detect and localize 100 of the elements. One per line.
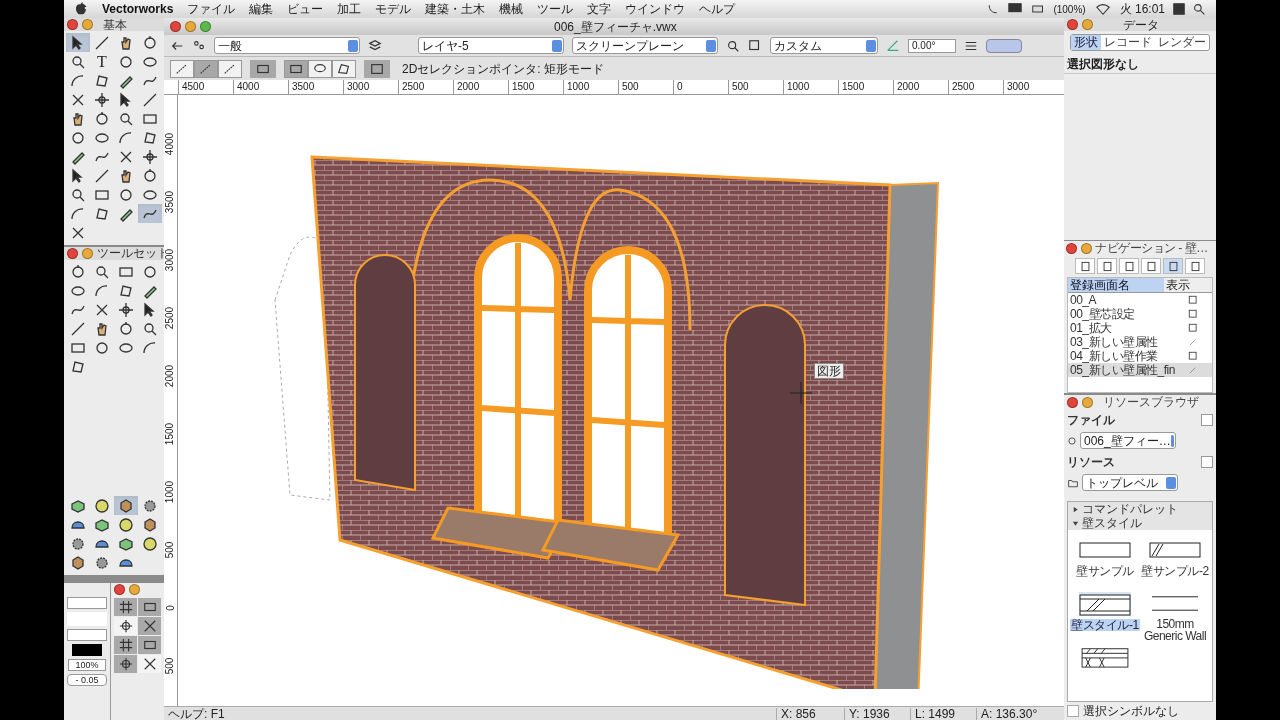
resource-name[interactable]: 壁スタイル-1 <box>1070 619 1140 631</box>
navigation-tab[interactable] <box>1075 258 1095 274</box>
class-dropdown[interactable]: 一般 <box>214 37 360 54</box>
tab[interactable]: 形状 <box>1071 35 1101 50</box>
offset-dropdown[interactable]: - 0.05 <box>67 674 107 687</box>
line-icon <box>94 34 110 51</box>
window-button[interactable] <box>1082 19 1093 30</box>
circle-icon <box>118 186 134 203</box>
menu-item[interactable]: ヘルプ <box>699 0 736 18</box>
menu-item[interactable]: ツール <box>537 0 574 18</box>
snap-button[interactable] <box>114 617 137 636</box>
zoom-field[interactable]: 100% <box>68 659 106 672</box>
apple-icon[interactable] <box>74 2 88 16</box>
disclosure-triangle-icon[interactable] <box>1072 519 1079 527</box>
ruler-label: 500 <box>165 541 176 559</box>
menu-button[interactable] <box>1201 456 1213 468</box>
crosshair-icon <box>94 91 110 108</box>
window-button[interactable] <box>67 19 78 30</box>
phone-icon[interactable] <box>987 3 1000 15</box>
angle-field[interactable]: 0.00° <box>908 38 956 53</box>
snap-button[interactable] <box>114 655 137 674</box>
render-dropdown[interactable] <box>986 38 1022 53</box>
menu-item[interactable]: ファイル <box>187 0 236 18</box>
navigation-tab[interactable] <box>1097 258 1117 274</box>
menu-item[interactable]: 編集 <box>249 0 274 18</box>
tab[interactable]: レコード <box>1101 35 1155 50</box>
tool-button[interactable] <box>66 33 90 52</box>
window-button[interactable] <box>1066 242 1077 254</box>
list-row[interactable]: 04_新しい壁作業 <box>1068 349 1212 363</box>
snap-button[interactable] <box>138 598 161 617</box>
resource-name[interactable]: 150mm Generic Wall <box>1140 618 1210 642</box>
menu-item[interactable]: モデル <box>375 0 412 18</box>
navigation-tab[interactable] <box>1185 258 1205 274</box>
view-dropdown[interactable]: カスタム <box>770 37 878 54</box>
battery-icon[interactable] <box>1031 3 1046 15</box>
folder-dropdown[interactable]: トップレベル <box>1082 474 1178 491</box>
ruler-label: 1000 <box>165 480 176 504</box>
resource-name[interactable]: 壁サンプル <box>1075 565 1135 577</box>
plane-dropdown[interactable]: スクリーンプレーン <box>572 37 718 54</box>
window-button[interactable] <box>1082 396 1093 408</box>
navigation-tab[interactable] <box>1163 258 1183 274</box>
snap-button[interactable] <box>114 636 137 655</box>
mode-button[interactable] <box>250 59 276 78</box>
mode-button[interactable] <box>364 59 390 78</box>
file-dropdown[interactable]: 006_壁フィー… <box>1080 432 1176 449</box>
window-button[interactable] <box>114 583 125 595</box>
window-button[interactable] <box>185 21 196 32</box>
arc-icon <box>70 72 86 89</box>
window-button[interactable] <box>1067 19 1078 30</box>
disclosure-triangle-icon[interactable] <box>1072 505 1079 513</box>
menu-item[interactable]: 加工 <box>337 0 362 18</box>
selection-shape-button[interactable] <box>308 59 332 78</box>
window-button[interactable] <box>82 247 93 259</box>
window-button[interactable] <box>67 247 78 259</box>
layer-dropdown[interactable]: レイヤ-5 <box>418 37 564 54</box>
navigation-tab[interactable] <box>1141 258 1161 274</box>
tool-button[interactable] <box>138 204 162 223</box>
selection-shape-button[interactable] <box>332 59 356 78</box>
snap-button[interactable] <box>138 655 161 674</box>
menu-item[interactable]: ビュー <box>287 0 324 18</box>
resource-name[interactable]: 壁サンプル-2 <box>1140 565 1210 577</box>
snap-button[interactable] <box>138 617 161 636</box>
fill-dropdown[interactable] <box>67 597 107 610</box>
window-button[interactable] <box>82 19 93 30</box>
folder-icon[interactable] <box>1067 477 1079 488</box>
x-coordinate: X: 856 <box>776 707 844 720</box>
menu-clock[interactable]: 火 16:01 <box>1119 0 1165 18</box>
color-swatch[interactable] <box>72 644 102 657</box>
snap-button[interactable] <box>114 598 137 617</box>
menu-item[interactable]: ウインドウ <box>625 0 686 18</box>
page-icon <box>1101 260 1113 272</box>
text-tool[interactable]: T <box>90 52 114 71</box>
window-button[interactable] <box>1081 242 1092 254</box>
list-row[interactable]: 00_A <box>1068 293 1212 307</box>
menu-button[interactable] <box>1201 414 1213 426</box>
menu-item[interactable]: 建築・土木 <box>425 0 486 18</box>
wall-style-thumbnail[interactable] <box>1079 592 1131 616</box>
app-menu[interactable]: Vectorworks <box>102 0 174 18</box>
column-header[interactable]: 表示 <box>1164 278 1212 292</box>
snap-button[interactable] <box>138 636 161 655</box>
tab[interactable]: レンダー <box>1155 35 1209 50</box>
navigation-tab[interactable] <box>1119 258 1139 274</box>
tool-button[interactable] <box>114 496 138 516</box>
window-button[interactable] <box>200 21 211 32</box>
menu-item[interactable]: 文字 <box>587 0 612 18</box>
list-row[interactable]: 00_壁芯設定 <box>1068 307 1212 321</box>
search-icon[interactable] <box>1193 2 1206 16</box>
window-button[interactable] <box>1067 396 1078 408</box>
window-button[interactable] <box>170 21 181 32</box>
list-row[interactable]: 01_拡大 <box>1068 321 1212 335</box>
rotate-icon <box>142 167 158 184</box>
list-row[interactable]: 05_新しい壁属性_fin <box>1068 363 1212 377</box>
wall-style-thumbnail[interactable] <box>1079 646 1131 668</box>
arrow-icon <box>70 167 86 184</box>
window-button[interactable] <box>129 583 140 595</box>
menu-item[interactable]: 機械 <box>499 0 524 18</box>
column-header[interactable]: 登録画面名 <box>1068 278 1164 292</box>
wifi-icon[interactable] <box>1093 2 1112 16</box>
list-row[interactable]: 03_新しい壁属性 <box>1068 335 1212 349</box>
selection-shape-button[interactable] <box>284 59 308 78</box>
